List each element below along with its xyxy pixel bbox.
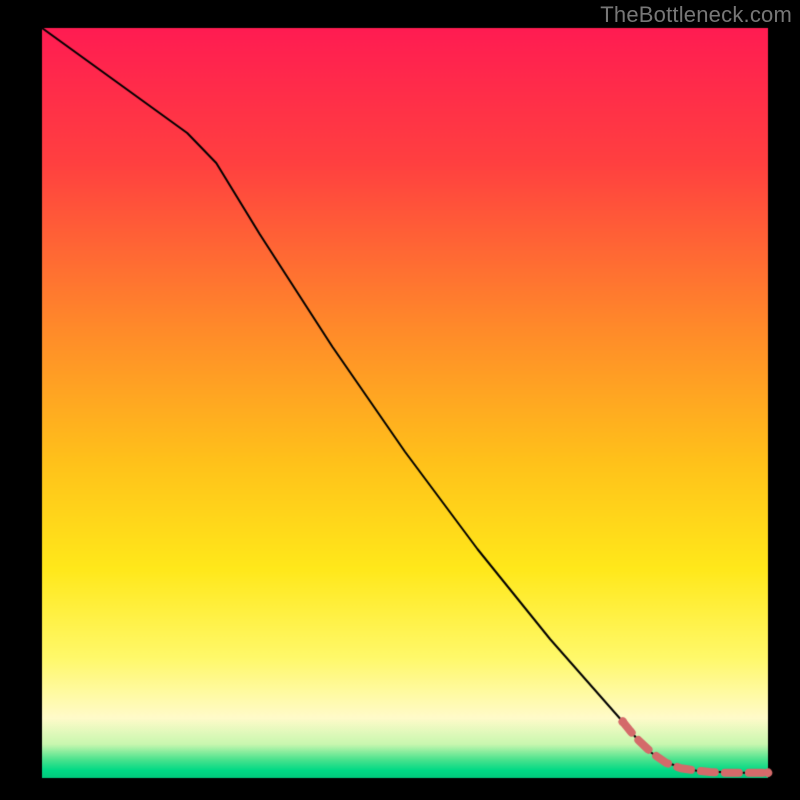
chart-frame: TheBottleneck.com xyxy=(0,0,800,800)
watermark-label: TheBottleneck.com xyxy=(600,2,792,28)
bottleneck-chart-canvas xyxy=(0,0,800,800)
